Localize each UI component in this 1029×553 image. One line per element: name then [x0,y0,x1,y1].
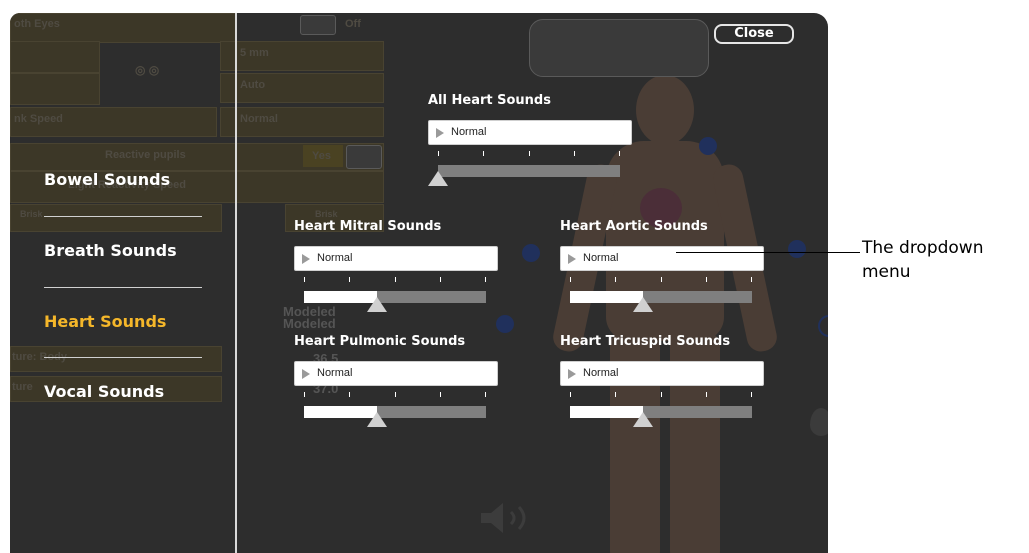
slider-thumb[interactable] [428,171,448,186]
bg-label: Brisk [315,209,338,219]
bg-label: Auto [240,79,266,91]
sidebar-item-vocal-sounds[interactable]: Vocal Sounds [44,382,164,401]
volume-slider[interactable] [304,392,486,428]
sound-dropdown[interactable]: Normal [294,361,498,386]
bg-label: nk Speed [14,113,63,125]
dropdown-value: Normal [451,126,487,138]
bg-label: Reactive pupils [105,149,186,161]
slider-tick [529,151,530,156]
slider-tick [395,392,396,397]
slider-tick [440,392,441,397]
triangle-right-icon [568,369,576,379]
slider-tick [570,277,571,282]
bg-label: ture [12,381,33,393]
body-figure [636,75,694,145]
sidebar-divider [235,13,237,553]
dropdown-value: Normal [317,367,353,379]
slider-tick [304,392,305,397]
sound-label: Heart Aortic Sounds [560,219,708,234]
slider-tick [349,392,350,397]
sound-label: Heart Tricuspid Sounds [560,334,731,349]
sound-label: Heart Mitral Sounds [294,219,442,234]
sidebar-item-bowel-sounds[interactable]: Bowel Sounds [44,170,170,189]
slider-track [304,291,486,303]
slider-tick [574,151,575,156]
slider-tick [438,151,439,156]
slider-thumb[interactable] [633,297,653,312]
bg-label: Modeled [283,316,336,331]
bg-label: oth Eyes [14,18,60,30]
annotation-label: The dropdown menu [862,238,984,282]
slider-tick [485,277,486,282]
slider-tick [751,392,752,397]
bg-label: Off [345,18,361,30]
slider-tick [485,392,486,397]
dropdown-value: Normal [583,252,619,264]
volume-slider[interactable] [570,277,752,313]
volume-slider[interactable] [570,392,752,428]
sound-label: All Heart Sounds [428,93,551,108]
dropdown-value: Normal [583,367,619,379]
triangle-right-icon [302,254,310,264]
slider-track [570,291,752,303]
dropdown-value: Normal [317,252,353,264]
slider-tick [706,392,707,397]
speaker-icon [481,503,526,533]
sidebar-item-breath-sounds[interactable]: Breath Sounds [44,241,177,260]
sound-dropdown[interactable]: Normal [428,120,632,145]
slider-tick [615,277,616,282]
sound-settings-dialog: oth Eyes Off ◎ ◎ 5 mm Auto nk Speed Norm… [10,13,828,553]
sound-dropdown[interactable]: Normal [294,246,498,271]
bg-label: 5 mm [240,47,269,59]
sidebar-separator [44,216,202,217]
bg-label: Brisk [20,209,43,219]
slider-thumb[interactable] [367,297,387,312]
triangle-right-icon [568,254,576,264]
slider-tick [661,392,662,397]
triangle-right-icon [436,128,444,138]
sound-label: Heart Pulmonic Sounds [294,334,466,349]
slider-track [438,165,620,177]
slider-track [304,406,486,418]
slider-thumb[interactable] [633,412,653,427]
volume-slider[interactable] [428,151,620,187]
sidebar-separator [44,287,202,288]
slider-tick [615,392,616,397]
slider-tick [395,277,396,282]
slider-tick [304,277,305,282]
slider-tick [661,277,662,282]
triangle-right-icon [302,369,310,379]
sound-dropdown[interactable]: Normal [560,246,764,271]
slider-tick [349,277,350,282]
sidebar-item-heart-sounds[interactable]: Heart Sounds [44,312,166,331]
slider-tick [619,151,620,156]
bg-label: Yes [312,150,331,162]
slider-tick [570,392,571,397]
eye-icon: ◎ ◎ [135,63,160,77]
slider-tick [706,277,707,282]
close-button[interactable]: Close [714,24,794,44]
sound-dropdown[interactable]: Normal [560,361,764,386]
bg-label: Normal [240,113,278,125]
slider-tick [483,151,484,156]
sidebar-separator [44,357,202,358]
slider-tick [440,277,441,282]
volume-slider[interactable] [304,277,486,313]
annotation-pointer-line [676,252,860,253]
slider-tick [751,277,752,282]
slider-track [570,406,752,418]
slider-thumb[interactable] [367,412,387,427]
speech-bubble [529,19,709,77]
